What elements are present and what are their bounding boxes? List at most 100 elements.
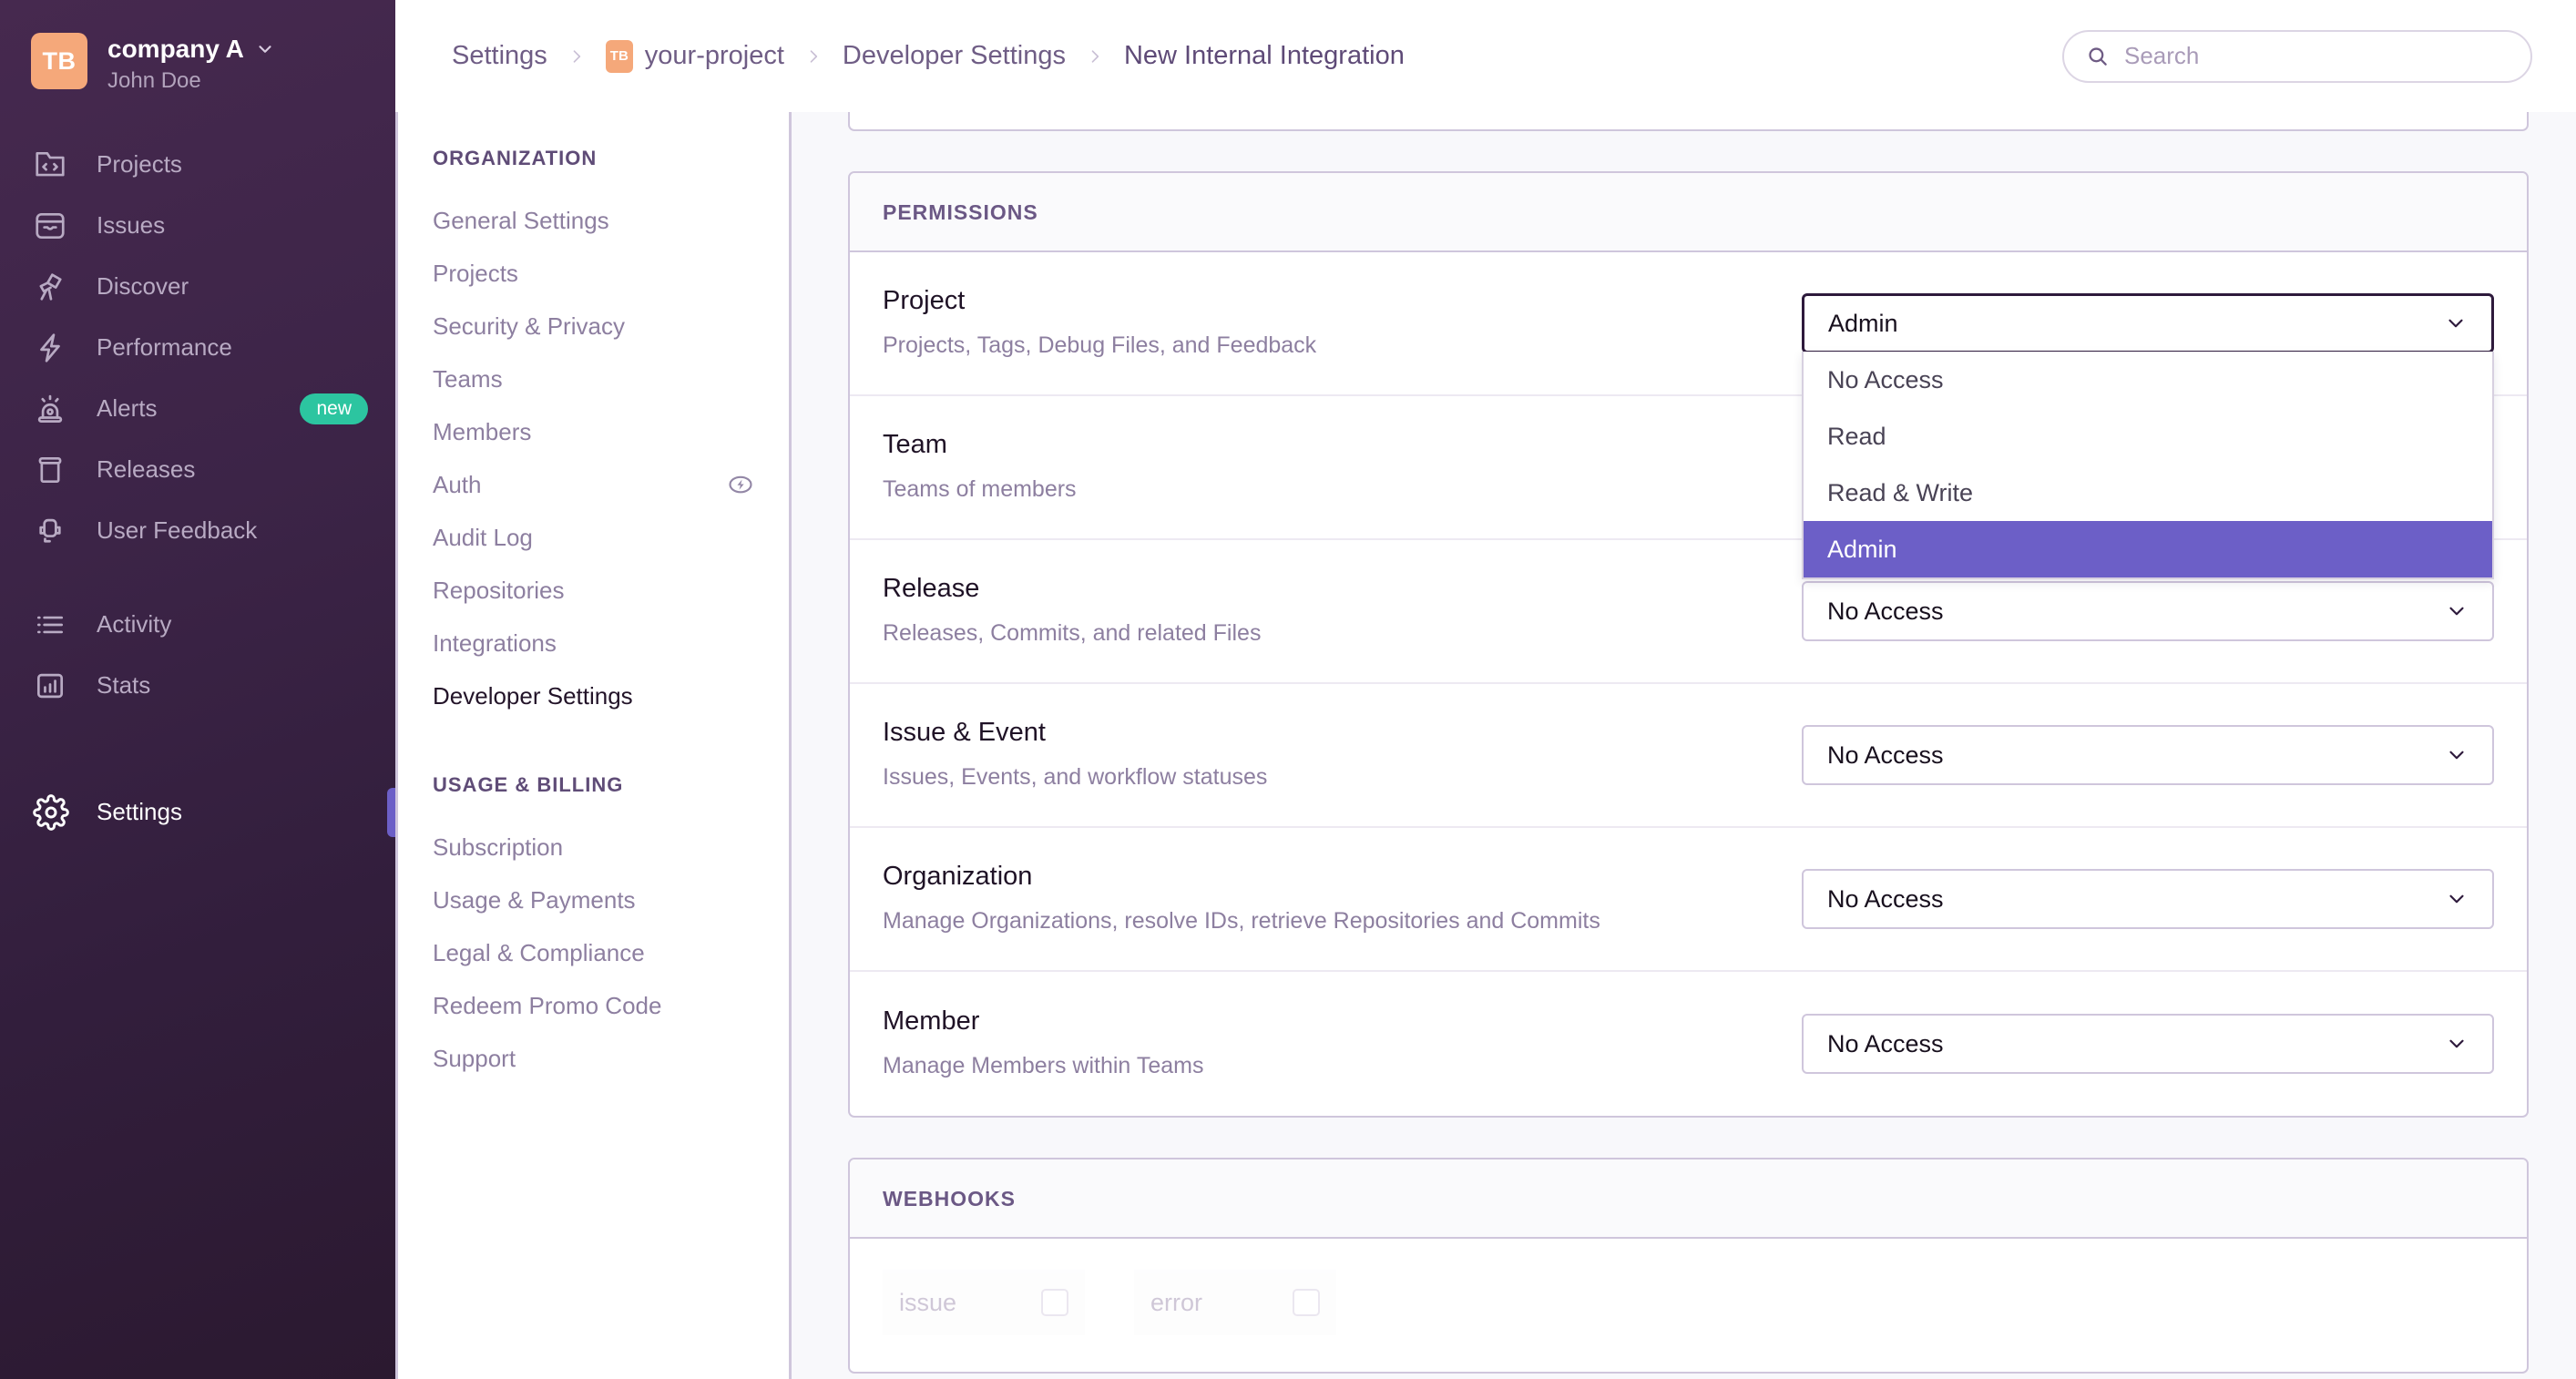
permission-select-value: No Access [1827, 1029, 1944, 1057]
dropdown-option-read-write[interactable]: Read & Write [1804, 465, 2492, 521]
settings-nav-item-audit-log[interactable]: Audit Log [398, 511, 789, 564]
settings-nav-item-subscription[interactable]: Subscription [398, 821, 789, 873]
dropdown-option-admin[interactable]: Admin [1804, 521, 2492, 577]
permission-dropdown-project[interactable]: No Access Read Read & Write Admin [1802, 352, 2494, 579]
permission-select-member[interactable]: No Access [1802, 1014, 2494, 1074]
sidebar-item-releases[interactable]: Releases [0, 439, 395, 500]
permission-description: Projects, Tags, Debug Files, and Feedbac… [883, 332, 1317, 358]
chevron-right-icon [804, 46, 823, 67]
breadcrumb: Settings TB your-project Developer Setti… [452, 39, 1405, 73]
sidebar-item-user-feedback[interactable]: User Feedback [0, 500, 395, 561]
chevron-right-icon [567, 46, 586, 67]
breadcrumb-item-developer-settings[interactable]: Developer Settings [843, 41, 1066, 71]
search-box[interactable] [2062, 29, 2532, 83]
search-icon [2086, 45, 2110, 68]
webhook-item-error[interactable]: error [1134, 1270, 1336, 1335]
settings-nav-item-integrations[interactable]: Integrations [398, 617, 789, 669]
breadcrumb-item-project[interactable]: TB your-project [605, 39, 784, 73]
nav-divider-3 [0, 749, 395, 781]
webhook-label: error [1150, 1288, 1203, 1316]
sidebar-item-activity[interactable]: Activity [0, 594, 395, 655]
permission-row-issue-event: Issue & Event Issues, Events, and workfl… [850, 684, 2527, 828]
breadcrumb-item-settings[interactable]: Settings [452, 41, 547, 71]
settings-nav-item-projects[interactable]: Projects [398, 247, 789, 300]
settings-nav-label: General Settings [433, 206, 609, 234]
lightning-icon [33, 331, 75, 365]
webhooks-panel-title: WEBHOOKS [850, 1159, 2527, 1239]
settings-nav-item-teams[interactable]: Teams [398, 352, 789, 405]
permission-select-project[interactable]: Admin [1802, 293, 2494, 353]
settings-nav-item-developer-settings[interactable]: Developer Settings [398, 669, 789, 722]
permission-select-value: No Access [1827, 741, 1944, 769]
settings-nav-label: Auth [433, 470, 482, 498]
permission-control: No Access [1802, 581, 2494, 641]
body-row: ORGANIZATION General Settings Projects S… [395, 112, 2576, 1379]
sidebar-item-stats[interactable]: Stats [0, 655, 395, 716]
webhook-checkbox-error[interactable] [1293, 1289, 1320, 1316]
org-switcher[interactable]: TB company A John Doe [0, 27, 395, 94]
search-wrapper [2062, 29, 2532, 83]
settings-nav-item-legal-compliance[interactable]: Legal & Compliance [398, 926, 789, 979]
permission-select-release[interactable]: No Access [1802, 581, 2494, 641]
permission-select-value: No Access [1827, 597, 1944, 625]
main-area: Settings TB your-project Developer Setti… [395, 0, 2576, 1379]
sidebar-item-label: Activity [97, 610, 172, 638]
permission-title: Release [883, 573, 980, 603]
org-text: company A John Doe [107, 33, 275, 94]
active-indicator [387, 787, 395, 837]
webhook-label: issue [899, 1288, 957, 1316]
breadcrumb-project-label: your-project [644, 41, 784, 70]
dropdown-option-read[interactable]: Read [1804, 408, 2492, 465]
sidebar-item-label: Alerts [97, 394, 158, 422]
permission-row-project: Project Projects, Tags, Debug Files, and… [850, 252, 2527, 579]
lightning-circle-icon [727, 471, 754, 498]
settings-nav-item-usage-payments[interactable]: Usage & Payments [398, 873, 789, 926]
permission-select-value: No Access [1827, 884, 1944, 913]
sidebar-item-discover[interactable]: Discover [0, 256, 395, 317]
settings-nav-label: Audit Log [433, 523, 533, 551]
settings-nav-item-auth[interactable]: Auth [398, 458, 789, 511]
permission-select-value: Admin [1828, 309, 1898, 337]
permission-control: Admin No Access Read Read & Write Admin [1802, 293, 2494, 579]
settings-nav-item-members[interactable]: Members [398, 405, 789, 458]
permission-text: Issue & Event Issues, Events, and workfl… [883, 690, 1684, 821]
settings-nav-item-security-privacy[interactable]: Security & Privacy [398, 300, 789, 352]
permission-text: Team Teams of members [883, 403, 1684, 533]
chevron-down-icon[interactable] [255, 39, 275, 59]
gear-icon [33, 793, 75, 831]
permission-text: Organization Manage Organizations, resol… [883, 834, 1684, 965]
sidebar-nav: Projects Issues Discover Performance Ale… [0, 134, 395, 843]
dropdown-option-no-access[interactable]: No Access [1804, 352, 2492, 408]
sidebar-item-label: Discover [97, 272, 189, 300]
settings-nav-item-repositories[interactable]: Repositories [398, 564, 789, 617]
sidebar-item-label: Issues [97, 211, 166, 239]
permission-description: Issues, Events, and workflow statuses [883, 763, 1268, 790]
sidebar-item-projects[interactable]: Projects [0, 134, 395, 195]
permission-text: Member Manage Members within Teams [883, 979, 1684, 1109]
permission-title: Issue & Event [883, 717, 1046, 747]
settings-nav-item-redeem-promo-code[interactable]: Redeem Promo Code [398, 979, 789, 1032]
permission-control: No Access [1802, 725, 2494, 785]
settings-nav-label: Usage & Payments [433, 885, 636, 914]
issues-stack-icon [33, 209, 75, 243]
bar-chart-icon [33, 669, 75, 703]
settings-nav-label: Redeem Promo Code [433, 991, 662, 1019]
webhook-item-issue[interactable]: issue [883, 1270, 1085, 1335]
permission-select-issue-event[interactable]: No Access [1802, 725, 2494, 785]
chevron-right-icon [1086, 46, 1104, 67]
sidebar-item-settings[interactable]: Settings [0, 781, 395, 843]
sidebar-item-performance[interactable]: Performance [0, 317, 395, 378]
permission-select-organization[interactable]: No Access [1802, 869, 2494, 929]
nav-divider [0, 561, 395, 594]
search-input[interactable] [2124, 42, 2509, 70]
webhook-checkbox-issue[interactable] [1041, 1289, 1068, 1316]
settings-nav-item-general-settings[interactable]: General Settings [398, 194, 789, 247]
settings-nav-item-support[interactable]: Support [398, 1032, 789, 1085]
content-area: Separate multiple entries with a newline… [792, 112, 2576, 1379]
sidebar-item-alerts[interactable]: Alerts new [0, 378, 395, 439]
org-username: John Doe [107, 68, 201, 93]
sidebar-item-issues[interactable]: Issues [0, 195, 395, 256]
releases-box-icon [33, 453, 75, 487]
permission-description: Manage Members within Teams [883, 1052, 1204, 1078]
siren-icon [33, 392, 75, 426]
